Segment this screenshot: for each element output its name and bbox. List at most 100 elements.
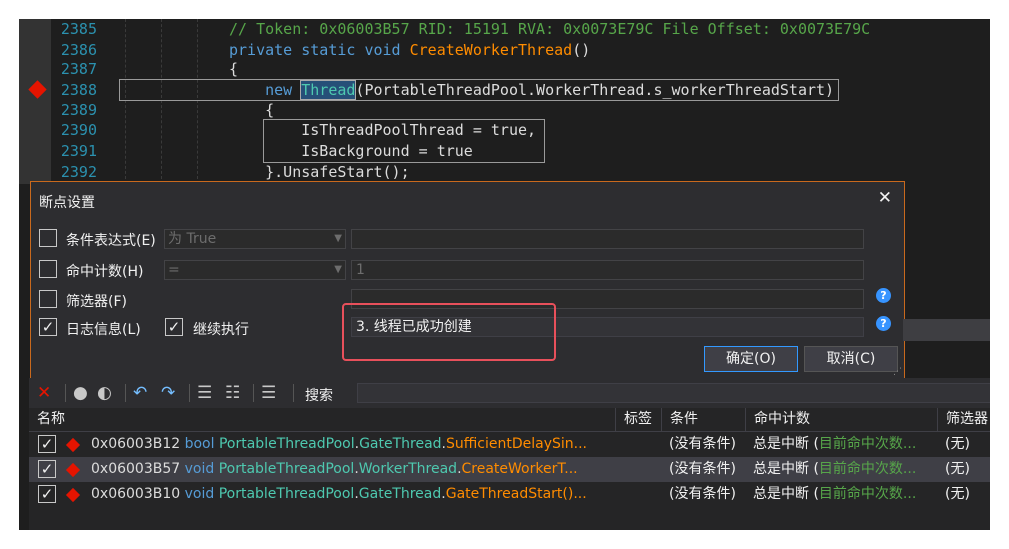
condition-combo-value: 为 True — [168, 231, 217, 247]
import-icon[interactable]: ☰ — [197, 383, 212, 403]
column-header-name[interactable]: 名称 — [29, 408, 615, 431]
code-token: IsThreadPoolThread = true, — [229, 121, 537, 139]
bp-filter: (无) — [945, 486, 970, 502]
breakpoints-window: ✕ ● ◐ ↶ ↷ ☰ ☷ ☰ 搜索 名称 标签 条件 命中计数 筛选器 ✓ 0x… — [29, 378, 990, 530]
resize-grip-icon[interactable]: ⋰ — [893, 367, 902, 377]
bp-return-type: void — [184, 486, 219, 502]
line-number: 2386 — [60, 41, 97, 59]
bp-condition: (没有条件) — [669, 461, 736, 477]
code-text: new Thread(PortableThreadPool.WorkerThre… — [229, 80, 834, 100]
table-row[interactable]: ✓ 0x06003B10 void PortableThreadPool.Gate… — [29, 482, 990, 507]
table-row[interactable]: ✓ 0x06003B57 void PortableThreadPool.Work… — [29, 457, 990, 482]
toolbar-separator — [125, 384, 126, 402]
chevron-down-icon: ▼ — [334, 233, 342, 244]
code-editor[interactable]: 2385 // Token: 0x06003B57 RID: 15191 RVA:… — [19, 19, 990, 184]
code-text: IsThreadPoolThread = true, — [229, 120, 536, 140]
help-icon[interactable]: ? — [876, 288, 891, 303]
condition-input[interactable] — [351, 229, 864, 249]
toggle-all-icon[interactable]: ◐ — [97, 383, 112, 403]
close-icon[interactable]: ✕ — [878, 188, 892, 208]
bp-class: PortableThreadPool — [218, 461, 355, 477]
bp-inner-class: GateThread — [358, 486, 442, 502]
code-text: IsBackground = true — [229, 141, 473, 161]
bp-hitcount-current: 目前命中次数... — [818, 436, 917, 452]
hitcount-label: 命中计数(H) — [66, 264, 144, 280]
hitcount-checkbox[interactable] — [39, 260, 57, 278]
condition-label: 条件表达式(E) — [66, 233, 156, 249]
continue-checkbox[interactable]: ✓ — [165, 318, 183, 336]
breakpoints-toolbar: ✕ ● ◐ ↶ ↷ ☰ ☷ ☰ 搜索 — [29, 378, 990, 408]
code-token: }.UnsafeStart(); — [229, 163, 410, 181]
bp-hitcount: 总是中断 (目前命中次数... — [753, 457, 943, 482]
condition-type-select[interactable]: 为 True ▼ — [164, 229, 346, 249]
horizontal-scrollbar[interactable] — [903, 319, 990, 341]
code-token: { — [229, 60, 239, 78]
annotation-highlight-box — [342, 303, 556, 361]
code-token: IsBackground = true — [229, 142, 473, 160]
bp-return-type: bool — [184, 436, 219, 452]
column-header-hitcount[interactable]: 命中计数 — [745, 408, 937, 431]
delete-all-icon[interactable]: ● — [73, 383, 88, 403]
line-number: 2388 — [60, 81, 97, 99]
code-line[interactable]: 2387 { — [19, 59, 990, 79]
row-enabled-checkbox[interactable]: ✓ — [38, 435, 56, 453]
bp-hitcount: 总是中断 (目前命中次数... — [753, 432, 943, 457]
hitcount-operator-select[interactable]: = ▼ — [164, 260, 346, 280]
search-label: 搜索 — [305, 388, 333, 404]
line-number: 2387 — [60, 60, 97, 78]
bp-address: 0x06003B57 — [91, 461, 185, 477]
column-header-tags[interactable]: 标签 — [615, 408, 661, 431]
export-icon[interactable]: ☷ — [225, 383, 240, 403]
code-line[interactable]: 2388 new Thread(PortableThreadPool.Worke… — [19, 80, 990, 100]
delete-icon[interactable]: ✕ — [37, 383, 51, 403]
bp-inner-class: WorkerThread — [358, 461, 458, 477]
code-line[interactable]: 2392 }.UnsafeStart(); — [19, 162, 990, 182]
hitcount-input[interactable]: 1 — [351, 260, 864, 280]
column-header-condition[interactable]: 条件 — [661, 408, 745, 431]
breakpoint-name: 0x06003B12 bool PortableThreadPool.GateT… — [91, 432, 611, 457]
cancel-button[interactable]: 取消(C) — [804, 346, 898, 372]
breakpoint-icon — [65, 487, 81, 503]
help-icon[interactable]: ? — [876, 316, 891, 331]
bp-address: 0x06003B10 — [91, 486, 185, 502]
code-line[interactable]: 2389 { — [19, 100, 990, 120]
code-token: Thread — [300, 80, 357, 100]
bp-inner-class: GateThread — [359, 436, 442, 452]
line-number: 2385 — [60, 20, 97, 38]
bp-hitcount-current: 目前命中次数... — [818, 461, 917, 477]
hitcount-combo-value: = — [168, 262, 180, 278]
row-enabled-checkbox[interactable]: ✓ — [38, 485, 56, 503]
log-label: 日志信息(L) — [66, 322, 141, 338]
column-header-filter[interactable]: 筛选器 — [937, 408, 990, 431]
table-row[interactable]: ✓ 0x06003B12 bool PortableThreadPool.Gate… — [29, 432, 990, 457]
log-checkbox[interactable]: ✓ — [39, 318, 57, 336]
search-input[interactable] — [357, 383, 990, 403]
code-line[interactable]: 2385 // Token: 0x06003B57 RID: 15191 RVA:… — [19, 19, 990, 39]
code-token: CreateWorkerThread — [409, 41, 573, 59]
condition-checkbox[interactable] — [39, 229, 57, 247]
code-line[interactable]: 2386 private static void CreateWorkerThre… — [19, 40, 990, 60]
undo-icon[interactable]: ↶ — [133, 383, 147, 403]
toolbar-separator — [65, 384, 66, 402]
toolbar-separator — [253, 384, 254, 402]
ok-button[interactable]: 确定(O) — [704, 346, 798, 372]
bp-filter: (无) — [945, 436, 970, 452]
code-token: (PortableThreadPool.WorkerThread.s_worke… — [355, 81, 835, 99]
row-enabled-checkbox[interactable]: ✓ — [38, 460, 56, 478]
bp-hitcount-mode: 总是中断 ( — [753, 461, 819, 477]
filter-checkbox[interactable] — [39, 290, 57, 308]
code-line[interactable]: 2391 IsBackground = true — [19, 141, 990, 161]
toolbar-separator — [189, 384, 190, 402]
code-text: }.UnsafeStart(); — [229, 162, 410, 182]
breakpoint-icon — [65, 462, 81, 478]
bp-condition: (没有条件) — [669, 486, 736, 502]
columns-icon[interactable]: ☰ — [261, 383, 276, 403]
breakpoint-settings-dialog: 断点设置 ✕ 条件表达式(E) 为 True ▼ 命中计数(H) = ▼ 1 筛选器… — [30, 181, 905, 380]
line-number: 2390 — [60, 121, 97, 139]
code-token: { — [229, 101, 275, 119]
code-text: // Token: 0x06003B57 RID: 15191 RVA: 0x0… — [229, 19, 870, 39]
bp-return-type: void — [184, 461, 219, 477]
redo-icon[interactable]: ↷ — [161, 383, 175, 403]
breakpoint-name: 0x06003B10 void PortableThreadPool.GateT… — [91, 482, 611, 507]
code-line[interactable]: 2390 IsThreadPoolThread = true, — [19, 120, 990, 140]
